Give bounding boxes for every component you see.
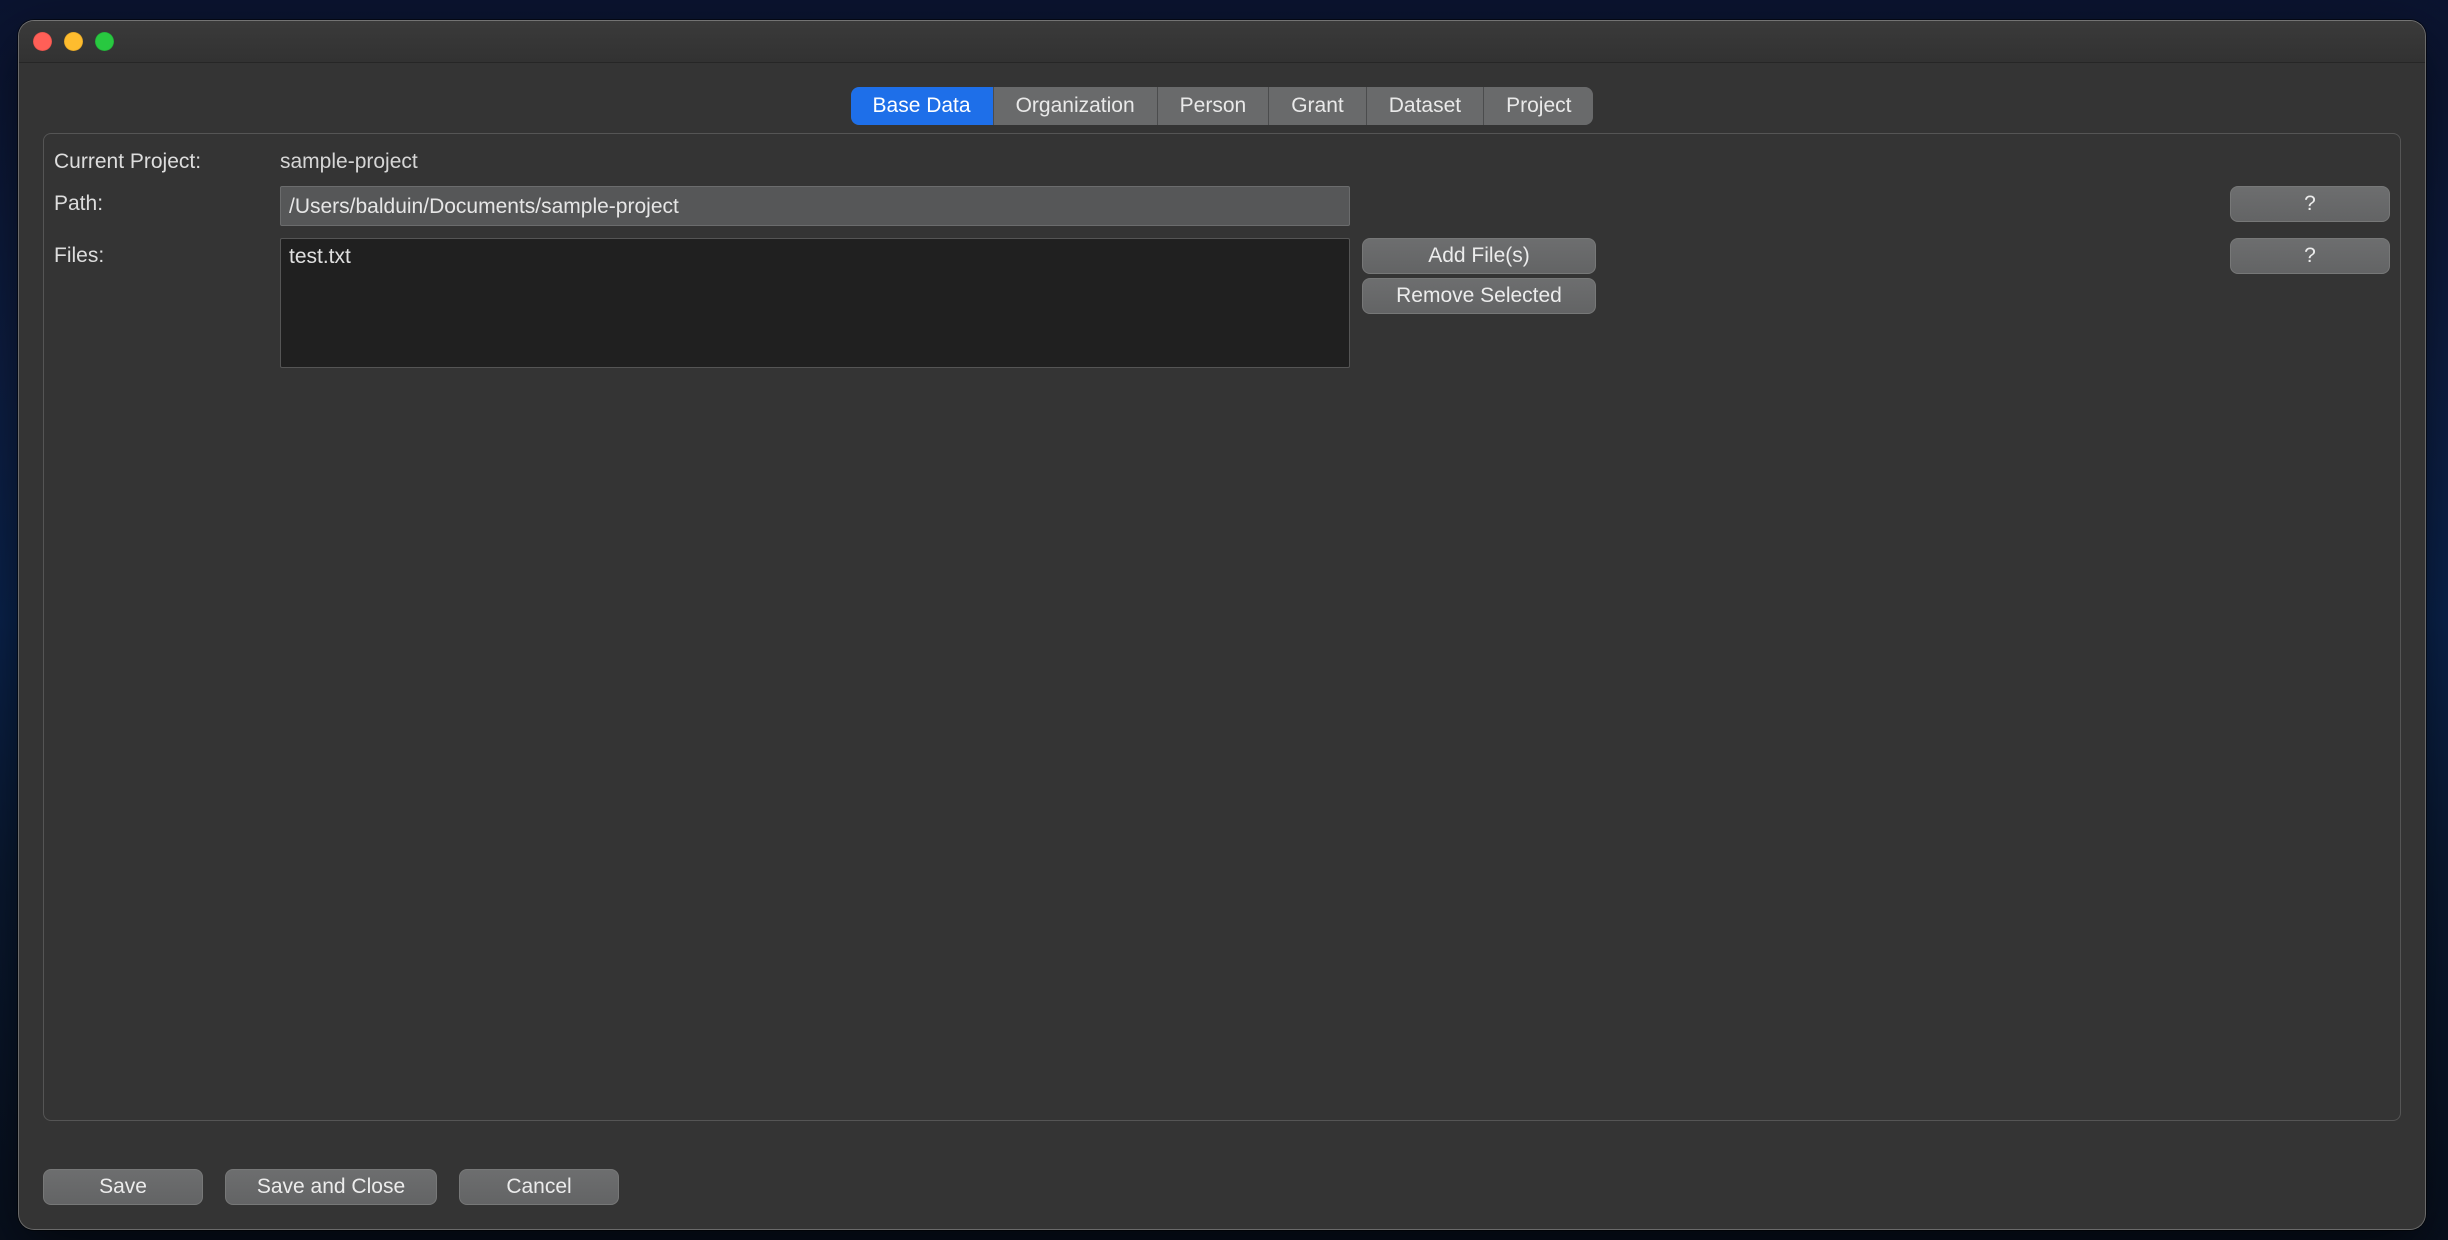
tabs-container: Base Data Organization Person Grant Data… [43,87,2401,125]
path-help-button[interactable]: ? [2230,186,2390,222]
current-project-label: Current Project: [54,144,268,174]
tab-base-data[interactable]: Base Data [851,87,993,125]
files-help-button[interactable]: ? [2230,238,2390,274]
minimize-icon[interactable] [64,32,83,51]
window-content: Base Data Organization Person Grant Data… [19,63,2425,1145]
tabs: Base Data Organization Person Grant Data… [851,87,1594,125]
tab-person[interactable]: Person [1157,87,1269,125]
traffic-lights [33,32,114,51]
list-item[interactable]: test.txt [289,245,1341,269]
tab-dataset[interactable]: Dataset [1366,87,1483,125]
files-listbox[interactable]: test.txt [280,238,1350,368]
tab-organization[interactable]: Organization [993,87,1157,125]
titlebar [19,21,2425,63]
tab-project[interactable]: Project [1483,87,1593,125]
path-label: Path: [54,186,268,226]
close-icon[interactable] [33,32,52,51]
remove-selected-button[interactable]: Remove Selected [1362,278,1596,314]
files-label: Files: [54,238,268,368]
save-and-close-button[interactable]: Save and Close [225,1169,437,1205]
form-panel: Current Project: sample-project Path: /U… [43,133,2401,1121]
current-project-value: sample-project [280,144,1350,174]
tab-grant[interactable]: Grant [1268,87,1366,125]
cancel-button[interactable]: Cancel [459,1169,619,1205]
save-button[interactable]: Save [43,1169,203,1205]
maximize-icon[interactable] [95,32,114,51]
footer-bar: Save Save and Close Cancel [19,1145,2425,1229]
app-window: Base Data Organization Person Grant Data… [18,20,2426,1230]
add-files-button[interactable]: Add File(s) [1362,238,1596,274]
path-input[interactable]: /Users/balduin/Documents/sample-project [280,186,1350,226]
